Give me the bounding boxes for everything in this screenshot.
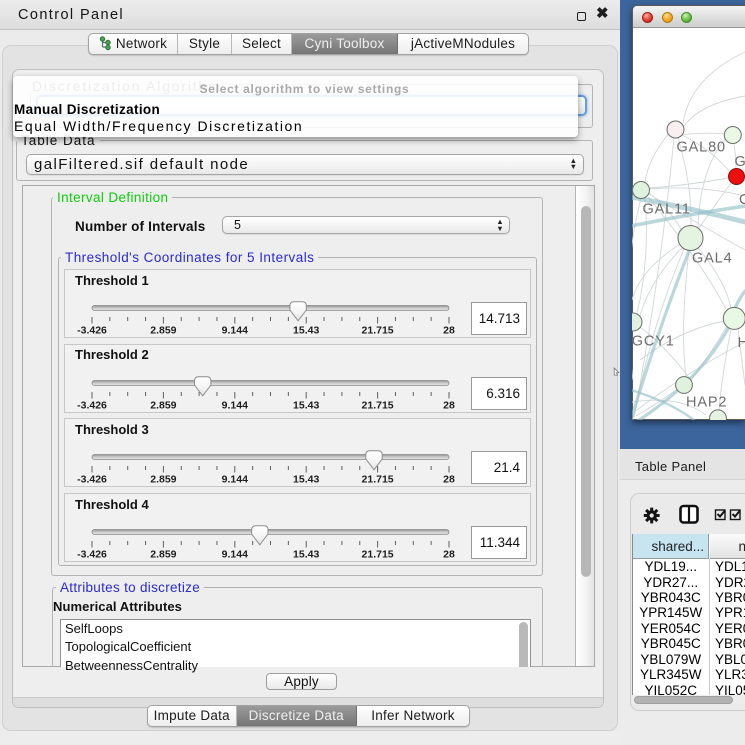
svg-text:HS: HS <box>738 335 745 351</box>
svg-text:2.859: 2.859 <box>150 399 176 411</box>
svg-text:GAL11: GAL11 <box>643 202 691 218</box>
svg-text:21.715: 21.715 <box>362 474 394 486</box>
svg-text:28: 28 <box>443 474 455 486</box>
svg-text:GAL4: GAL4 <box>692 251 732 267</box>
svg-text:-3.426: -3.426 <box>77 399 107 411</box>
svg-text:15.43: 15.43 <box>293 325 319 337</box>
svg-text:-3.426: -3.426 <box>77 549 107 561</box>
svg-text:9.144: 9.144 <box>222 474 248 486</box>
svg-text:15.43: 15.43 <box>293 474 319 486</box>
svg-text:2.859: 2.859 <box>150 325 176 337</box>
svg-text:HAP2: HAP2 <box>686 395 727 411</box>
svg-text:28: 28 <box>443 399 455 411</box>
svg-text:2.859: 2.859 <box>150 549 176 561</box>
svg-text:GCY1: GCY1 <box>632 334 675 350</box>
svg-text:GA: GA <box>735 154 745 170</box>
svg-text:21.715: 21.715 <box>362 549 394 561</box>
svg-text:28: 28 <box>443 549 455 561</box>
svg-text:9.144: 9.144 <box>222 325 248 337</box>
svg-text:9.144: 9.144 <box>222 399 248 411</box>
svg-text:GAL80: GAL80 <box>677 140 726 156</box>
svg-text:-3.426: -3.426 <box>77 325 107 337</box>
svg-text:28: 28 <box>443 325 455 337</box>
svg-text:21.715: 21.715 <box>362 399 394 411</box>
svg-text:CY: CY <box>739 192 745 208</box>
svg-text:15.43: 15.43 <box>293 399 319 411</box>
svg-text:2.859: 2.859 <box>150 474 176 486</box>
svg-text:15.43: 15.43 <box>293 549 319 561</box>
svg-text:9.144: 9.144 <box>222 549 248 561</box>
svg-text:21.715: 21.715 <box>362 325 394 337</box>
svg-text:-3.426: -3.426 <box>77 474 107 486</box>
